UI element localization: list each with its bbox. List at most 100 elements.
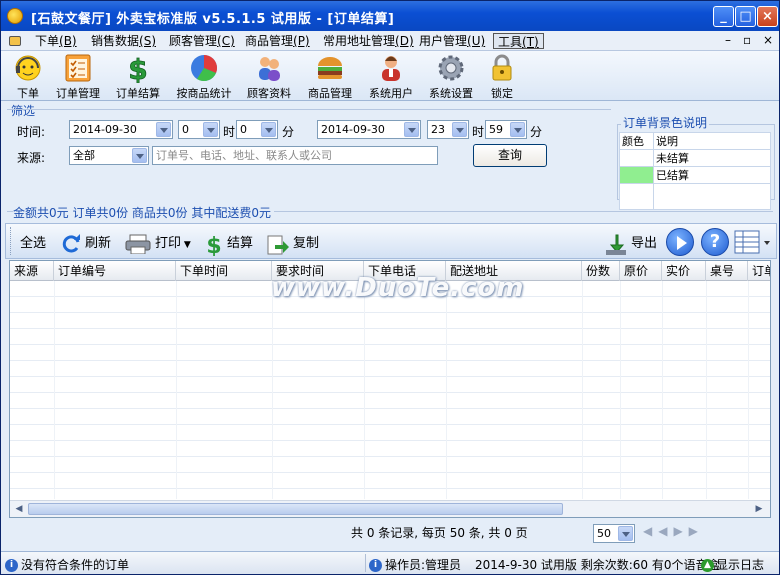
toolbar-order-management-button[interactable]: 订单管理 <box>54 53 102 101</box>
end-hour-unit: 时 <box>472 125 485 139</box>
burger-icon <box>315 53 345 83</box>
menu-product-management[interactable]: 商品管理(P) <box>241 33 314 49</box>
select-all-button[interactable]: 全选 <box>20 232 46 251</box>
col-order-extra[interactable]: 订单 <box>748 261 770 281</box>
col-order-time[interactable]: 下单时间 <box>176 261 272 281</box>
end-hour-select[interactable]: 23 <box>427 120 469 139</box>
chevron-down-icon[interactable] <box>203 122 218 137</box>
grid-column-line <box>446 281 447 499</box>
chevron-down-icon[interactable] <box>132 148 147 163</box>
grid-column-line <box>620 281 621 499</box>
col-actual-price[interactable]: 实价 <box>662 261 706 281</box>
page-size-select[interactable]: 50 <box>593 524 635 543</box>
show-log-button[interactable]: ▲ 显示日志 <box>701 556 764 573</box>
chevron-down-icon[interactable] <box>261 122 276 137</box>
table-row <box>10 425 770 441</box>
summary-text: 金额共0元 订单共0份 商品共0份 其中配送费0元 <box>13 204 274 221</box>
print-button[interactable]: 打印 ▼ <box>124 232 191 254</box>
export-icon <box>604 234 628 255</box>
page-nav-arrows[interactable]: ◀◀▶▶ <box>643 524 704 538</box>
mdi-restore-button[interactable]: ▫ <box>743 33 751 47</box>
toolbar-system-settings-button[interactable]: 系统设置 <box>427 53 475 101</box>
settle-button[interactable]: $ 结算 <box>204 232 253 259</box>
menu-address-management[interactable]: 常用地址管理(D) <box>319 33 418 49</box>
legend-title: 订单背景色说明 <box>621 114 710 131</box>
arrow-up-icon: ▲ <box>701 559 714 572</box>
status-message: i 没有符合条件的订单 <box>5 556 129 573</box>
start-hour-select[interactable]: 0 <box>178 120 220 139</box>
horizontal-scrollbar[interactable]: ◀ ▶ <box>10 500 770 517</box>
toolbar-customer-info-button[interactable]: 顾客资料 <box>245 53 293 101</box>
refresh-icon <box>62 233 82 254</box>
table-row <box>10 313 770 329</box>
refresh-button[interactable]: 刷新 <box>62 232 111 254</box>
app-logo-icon[interactable] <box>7 8 23 24</box>
grid-column-line <box>662 281 663 499</box>
source-label: 来源: <box>17 151 46 165</box>
legend-desc-settled: 已结算 <box>653 166 771 184</box>
menu-sales-data[interactable]: 销售数据(S) <box>87 33 160 49</box>
checklist-icon <box>63 53 93 83</box>
help-icon[interactable]: ? <box>701 228 729 256</box>
mdi-minimize-button[interactable]: – <box>725 33 731 47</box>
chevron-down-icon[interactable] <box>452 122 467 137</box>
col-order-number[interactable]: 订单编号 <box>54 261 176 281</box>
search-input[interactable]: 订单号、电话、地址、联系人或公司 <box>152 146 438 165</box>
minimize-button[interactable]: _ <box>713 6 734 27</box>
chevron-down-icon[interactable] <box>618 526 633 541</box>
end-date-picker[interactable]: 2014-09-30 <box>317 120 421 139</box>
status-operator: i 操作员:管理员 <box>369 556 461 573</box>
table-row <box>10 393 770 409</box>
table-row <box>10 345 770 361</box>
copy-icon <box>266 234 290 254</box>
legend-panel: 订单背景色说明 颜色 说明 未结算 已结算 <box>613 114 777 210</box>
scroll-left-icon[interactable]: ◀ <box>12 503 26 515</box>
column-chooser-icon[interactable] <box>734 229 770 255</box>
grid-column-line <box>272 281 273 499</box>
play-icon[interactable] <box>666 228 694 256</box>
col-table-number[interactable]: 桌号 <box>706 261 748 281</box>
grid-column-line <box>706 281 707 499</box>
svg-text:$: $ <box>128 53 147 83</box>
chevron-down-icon[interactable] <box>510 122 525 137</box>
toolbar-product-management-button[interactable]: 商品管理 <box>306 53 354 101</box>
copy-button[interactable]: 复制 <box>266 232 319 254</box>
chevron-down-icon[interactable] <box>156 122 171 137</box>
source-select[interactable]: 全部 <box>69 146 149 165</box>
toolbar-system-users-button[interactable]: 系统用户 <box>367 53 415 101</box>
scroll-right-icon[interactable]: ▶ <box>752 503 766 515</box>
export-button[interactable]: 导出 <box>604 232 657 255</box>
toolbar-order-button[interactable]: 下单 <box>11 53 45 101</box>
table-row <box>10 473 770 489</box>
table-row <box>10 377 770 393</box>
mdi-close-button[interactable]: × <box>763 33 773 47</box>
user-admin-icon <box>376 53 406 83</box>
users-icon <box>254 53 284 83</box>
col-source[interactable]: 来源 <box>10 261 54 281</box>
scrollbar-thumb[interactable] <box>28 503 563 515</box>
toolbar-product-stats-button[interactable]: 按商品统计 <box>173 53 235 101</box>
close-button[interactable]: × <box>757 6 778 27</box>
menu-user-management[interactable]: 用户管理(U) <box>415 33 489 49</box>
toolbar-order-settlement-button[interactable]: $ 订单结算 <box>114 53 162 101</box>
col-quantity[interactable]: 份数 <box>582 261 620 281</box>
maximize-button[interactable]: □ <box>735 6 756 27</box>
chevron-down-icon[interactable] <box>404 122 419 137</box>
query-button[interactable]: 查询 <box>473 144 547 167</box>
legend-swatch-settled <box>619 166 654 184</box>
status-bar: i 没有符合条件的订单 i 操作员:管理员 2014-9-30 试用版 剩余次数:6… <box>1 551 779 574</box>
grid-column-line <box>364 281 365 499</box>
table-row <box>10 409 770 425</box>
start-date-picker[interactable]: 2014-09-30 <box>69 120 173 139</box>
toolbar-lock-button[interactable]: 锁定 <box>485 53 519 101</box>
end-minute-select[interactable]: 59 <box>485 120 527 139</box>
mdi-child-icon[interactable] <box>9 36 21 46</box>
app-window: [石鼓文餐厅] 外卖宝标准版 v5.5.1.5 试用版 - [订单结算] _ □… <box>0 0 780 575</box>
start-minute-select[interactable]: 0 <box>236 120 278 139</box>
menu-customer-management[interactable]: 顾客管理(C) <box>165 33 239 49</box>
menu-tools[interactable]: 工具(T) <box>493 33 544 49</box>
lock-icon <box>487 53 517 83</box>
legend-col-color: 颜色 <box>619 132 654 150</box>
col-original-price[interactable]: 原价 <box>620 261 662 281</box>
menu-order[interactable]: 下单(B) <box>31 33 81 49</box>
